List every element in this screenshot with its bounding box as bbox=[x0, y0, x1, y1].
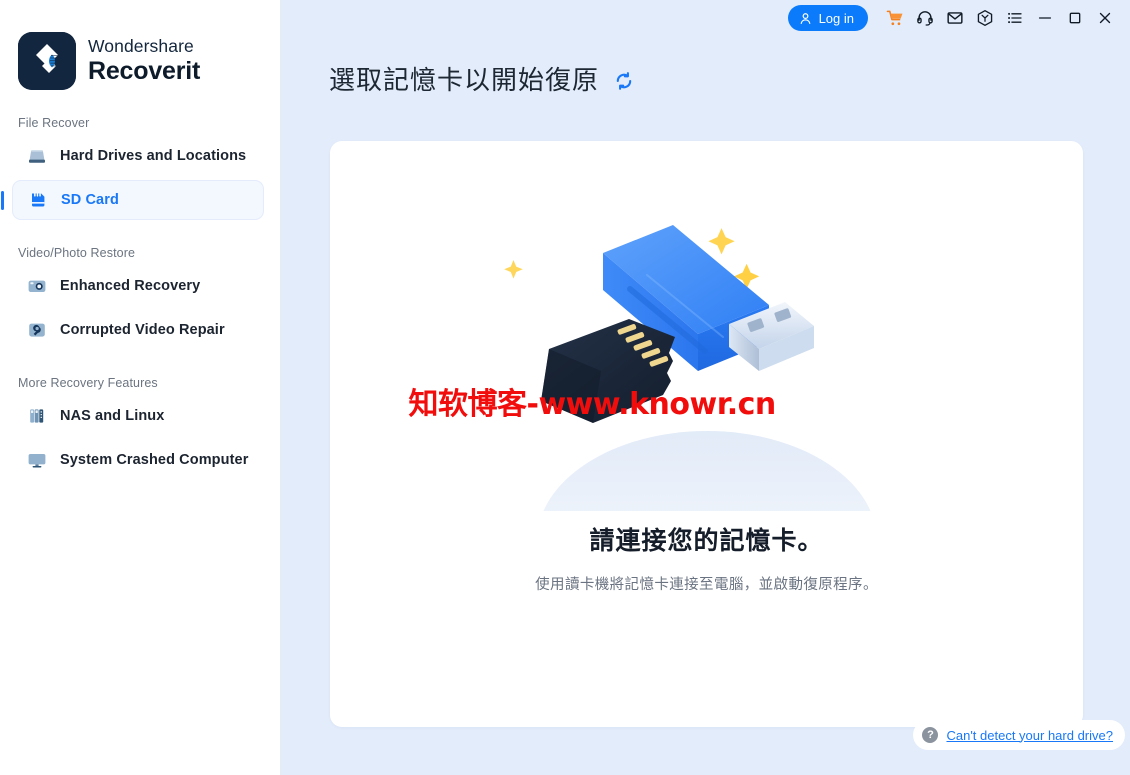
empty-state-headline: 請連接您的記憶卡。 bbox=[589, 526, 824, 555]
empty-state-card: 知软博客-www.knowr.cn 請連接您的記憶卡。 使用讀卡機將記憶卡連接至… bbox=[330, 141, 1083, 727]
hard-drive-icon bbox=[26, 145, 48, 167]
maximize-icon[interactable] bbox=[1060, 3, 1090, 33]
close-icon[interactable] bbox=[1090, 3, 1120, 33]
sidebar-item-system-crashed-computer[interactable]: System Crashed Computer bbox=[12, 440, 264, 480]
headset-icon[interactable] bbox=[910, 3, 940, 33]
sidebar-item-corrupted-video-repair[interactable]: Corrupted Video Repair bbox=[12, 310, 264, 350]
sd-card-icon bbox=[27, 189, 49, 211]
list-menu-icon[interactable] bbox=[1000, 3, 1030, 33]
refresh-icon[interactable] bbox=[613, 70, 635, 92]
sidebar-item-sd-card[interactable]: SD Card bbox=[1, 180, 264, 220]
cart-icon[interactable] bbox=[880, 3, 910, 33]
user-icon bbox=[799, 12, 812, 25]
sidebar-item-nas-and-linux[interactable]: NAS and Linux bbox=[12, 396, 264, 436]
brand-bottom-text: Recoverit bbox=[88, 56, 201, 85]
sidebar-item-hard-drives-and-locations[interactable]: Hard Drives and Locations bbox=[12, 136, 264, 176]
window-titlebar: Log in bbox=[281, 0, 1130, 36]
help-detect-drive-pill[interactable]: ? Can't detect your hard drive? bbox=[913, 720, 1125, 750]
sidebar-item-label: SD Card bbox=[61, 192, 119, 208]
camera-icon bbox=[26, 275, 48, 297]
video-repair-wrench-icon bbox=[26, 319, 48, 341]
brand-top-text: Wondershare bbox=[88, 36, 194, 57]
app-window: Wondershare Recoverit File Recover Hard … bbox=[0, 0, 1130, 775]
sidebar-item-label: Hard Drives and Locations bbox=[60, 148, 247, 164]
sidebar-item-enhanced-recovery[interactable]: Enhanced Recovery bbox=[12, 266, 264, 306]
usb-drive-and-sd-card-illustration: 知软博客-www.knowr.cn bbox=[409, 211, 917, 511]
sidebar-item-label: Enhanced Recovery bbox=[60, 278, 201, 294]
recoverit-diamond-logo bbox=[18, 32, 76, 90]
envelope-icon[interactable] bbox=[940, 3, 970, 33]
question-mark-icon: ? bbox=[922, 727, 939, 743]
sidebar-item-label: NAS and Linux bbox=[60, 408, 165, 424]
product-box-icon[interactable] bbox=[970, 3, 1000, 33]
help-link-label: Can't detect your hard drive? bbox=[946, 727, 1113, 743]
nas-server-icon bbox=[26, 405, 48, 427]
main-content: Log in 選取記憶卡以開始復原 知软博客-www.knowr.cn 請連接您… bbox=[281, 0, 1130, 775]
sidebar-item-label: Corrupted Video Repair bbox=[60, 322, 225, 338]
sidebar: Wondershare Recoverit File Recover Hard … bbox=[0, 0, 281, 775]
page-title: 選取記憶卡以開始復原 bbox=[329, 60, 635, 97]
login-button-label: Log in bbox=[818, 10, 854, 26]
minimize-icon[interactable] bbox=[1030, 3, 1060, 33]
sidebar-group-label-more-recovery-features: More Recovery Features bbox=[18, 376, 158, 390]
page-title-text: 選取記憶卡以開始復原 bbox=[329, 66, 600, 96]
active-indicator-bar bbox=[1, 191, 4, 210]
brand-logo: Wondershare Recoverit bbox=[0, 0, 280, 90]
sidebar-group-label-file-recover: File Recover bbox=[18, 116, 90, 130]
empty-state-subline: 使用讀卡機將記憶卡連接至電腦，並啟動復原程序。 bbox=[535, 577, 878, 593]
monitor-icon bbox=[26, 449, 48, 471]
login-button[interactable]: Log in bbox=[787, 5, 868, 31]
sidebar-group-label-video-photo-restore: Video/Photo Restore bbox=[18, 246, 136, 260]
sidebar-item-label: System Crashed Computer bbox=[60, 452, 249, 468]
